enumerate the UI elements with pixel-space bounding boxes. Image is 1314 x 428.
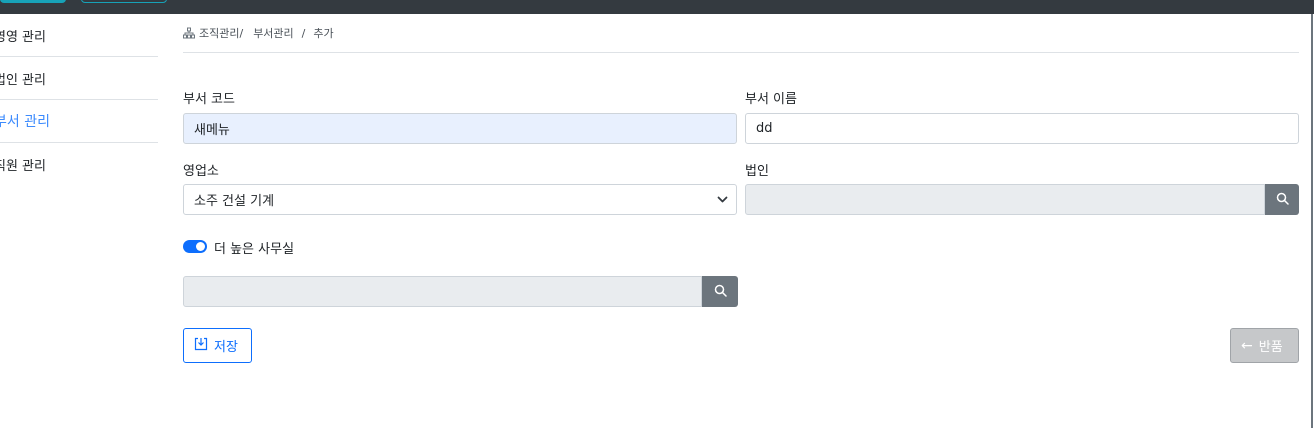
save-button[interactable]: 저장 xyxy=(183,328,252,363)
breadcrumb-separator: / xyxy=(301,26,306,40)
higher-office-toggle[interactable] xyxy=(183,240,207,253)
sidebar-item-label: 직원 관리 xyxy=(0,159,46,174)
corp-search-button[interactable] xyxy=(1265,184,1299,215)
sidebar-item-label: 부서 관리 xyxy=(0,114,50,130)
breadcrumb-level1[interactable]: 조직관리/ xyxy=(199,25,243,41)
office-selected-value: 소주 건설 기계 xyxy=(194,194,275,209)
chevron-down-icon xyxy=(717,194,728,205)
sidebar-item-label: 법인 관리 xyxy=(0,72,46,88)
higher-office-search-button[interactable] xyxy=(702,276,738,307)
search-icon xyxy=(714,282,727,301)
arrow-left-icon: ← xyxy=(1241,337,1253,354)
dept-code-value: 새메뉴 xyxy=(194,123,230,138)
sidebar-item-corporation[interactable]: 법인 관리 xyxy=(0,57,158,100)
sidebar-item-label: 영영 관리 xyxy=(0,29,46,45)
dept-name-value: dd xyxy=(756,121,773,136)
corp-label: 법인 xyxy=(745,164,769,179)
higher-office-field xyxy=(183,276,702,307)
top-navbar xyxy=(0,0,1314,14)
breadcrumb-level2[interactable]: 부서관리 xyxy=(253,25,293,41)
dept-code-field[interactable]: 새메뉴 xyxy=(183,113,737,144)
dept-code-label: 부서 코드 xyxy=(183,92,235,107)
sidebar-item-sales-office[interactable]: 영영 관리 xyxy=(0,14,158,57)
higher-office-label: 더 높은 사무실 xyxy=(214,242,295,257)
save-button-label: 저장 xyxy=(214,340,238,355)
dept-name-label: 부서 이름 xyxy=(745,92,797,107)
navbar-button-outline[interactable] xyxy=(81,0,167,3)
sidebar-item-employee[interactable]: 직원 관리 xyxy=(0,143,158,186)
office-select[interactable]: 소주 건설 기계 xyxy=(183,184,737,215)
navbar-button-primary[interactable] xyxy=(0,0,66,3)
save-icon xyxy=(194,337,214,355)
corp-field xyxy=(745,184,1265,215)
breadcrumb-level3: 추가 xyxy=(313,27,334,40)
back-button-label: 반품 xyxy=(1258,340,1283,355)
sidebar: 영영 관리 법인 관리 부서 관리 직원 관리 xyxy=(0,14,158,186)
sidebar-item-department[interactable]: 부서 관리 xyxy=(0,100,158,143)
office-label: 영업소 xyxy=(183,164,219,179)
breadcrumb: 조직관리/ 부서관리 / 추가 xyxy=(183,14,1299,53)
dept-name-field[interactable]: dd xyxy=(745,113,1299,144)
org-chart-icon xyxy=(183,27,195,39)
back-button[interactable]: ← 반품 xyxy=(1230,328,1299,363)
search-icon xyxy=(1276,190,1289,209)
main-content: 조직관리/ 부서관리 / 추가 xyxy=(183,14,1299,53)
